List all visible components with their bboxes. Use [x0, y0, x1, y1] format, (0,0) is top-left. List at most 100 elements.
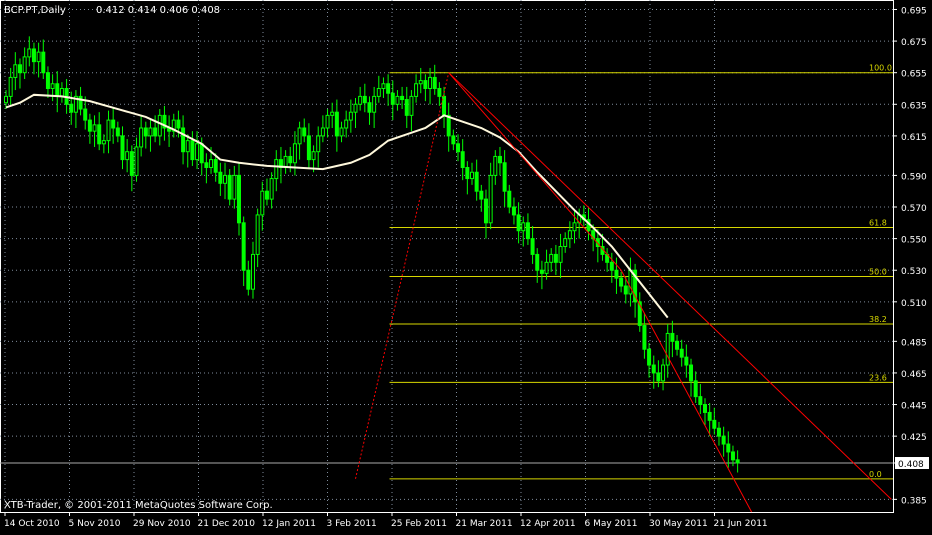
candle-body [195, 143, 200, 161]
fib-level-label: 38.2 [869, 315, 887, 324]
candle-body [530, 238, 535, 255]
candle-body [218, 171, 223, 184]
candle-body [17, 64, 22, 74]
candle-body [437, 87, 442, 97]
candle-body [353, 103, 358, 113]
candle-body [213, 159, 218, 173]
fib-level-label: 23.6 [869, 373, 887, 382]
candle-body [390, 92, 395, 105]
candle-body [97, 124, 102, 145]
y-tick-label: 0.510 [901, 299, 927, 309]
candle-body [78, 95, 83, 110]
candle-body [614, 269, 619, 279]
candle-body [246, 269, 251, 290]
candle-body [670, 332, 675, 342]
candle-body [675, 340, 680, 350]
candle-body [320, 127, 325, 137]
candle-body [395, 95, 400, 105]
candle-body [553, 253, 558, 263]
candle-body [181, 127, 186, 153]
candle-body [101, 140, 106, 145]
candle-body [460, 151, 465, 169]
candle-body [619, 277, 624, 287]
price-chart[interactable]: 100.0 61.8 50.0 38.2 23.6 0.0 0.695 0.675 0.655… [0, 0, 932, 530]
candle-body [418, 80, 423, 85]
x-tick-label: 3 Feb 2011 [327, 519, 377, 529]
candle-body [134, 146, 139, 176]
candle-body [120, 135, 125, 161]
candle-body [157, 114, 162, 137]
candle-body [106, 119, 111, 142]
candle-body [456, 143, 461, 153]
candle-body [511, 206, 516, 216]
candle-body [153, 127, 158, 137]
y-tick-label: 0.485 [901, 338, 927, 348]
candle-body [535, 253, 540, 271]
candle-body [726, 443, 731, 453]
candle-body [199, 143, 204, 164]
candle-body [4, 95, 8, 104]
y-tick-label: 0.550 [901, 236, 927, 246]
candle-body [41, 51, 46, 74]
candle-body [414, 83, 419, 97]
candle-body [115, 127, 120, 137]
candle-body [87, 119, 92, 132]
candle-body [143, 127, 148, 137]
y-tick-label: 0.530 [901, 267, 927, 277]
y-tick-label: 0.385 [901, 496, 927, 506]
candle-body [250, 253, 255, 290]
candle-body [703, 404, 707, 413]
chart-window[interactable]: 100.0 61.8 50.0 38.2 23.6 0.0 0.695 0.675 0.655… [0, 0, 932, 530]
candle-body [36, 51, 41, 63]
x-tick-label: 21 Mar 2011 [456, 519, 513, 529]
candle-body [446, 114, 451, 137]
candle-body [665, 332, 670, 366]
candle-body [69, 103, 74, 113]
candle-body [241, 222, 246, 271]
fib-level-label: 61.8 [869, 219, 887, 228]
candle-body [707, 411, 712, 421]
candle-body [623, 285, 628, 295]
candle-body [185, 140, 190, 153]
candle-body [721, 435, 726, 445]
y-tick-label: 0.465 [901, 370, 927, 380]
candle-body [563, 238, 568, 248]
candle-body [684, 356, 689, 366]
candle-body [497, 155, 502, 164]
candle-body [567, 230, 572, 240]
candle-body [689, 364, 694, 382]
candle-body [409, 95, 414, 116]
candle-body [493, 155, 498, 176]
y-tick-label: 0.635 [901, 101, 927, 111]
candle-body [474, 171, 479, 192]
candle-body [386, 83, 391, 94]
candle-body [404, 99, 409, 116]
candle-body [255, 214, 260, 255]
candle-body [432, 76, 437, 89]
candle-body [306, 135, 311, 161]
candle-body [558, 246, 563, 263]
y-tick-label: 0.445 [901, 402, 927, 412]
candle-body [488, 174, 493, 224]
y-tick-label: 0.615 [901, 133, 927, 143]
candle-body [45, 72, 50, 89]
candle-body [334, 111, 339, 137]
candle-body [451, 135, 456, 145]
candle-body [339, 127, 344, 137]
candle-body [656, 372, 661, 382]
candle-body [50, 83, 55, 89]
candle-body [661, 364, 666, 382]
candle-body [544, 261, 549, 274]
candle-body [31, 48, 36, 63]
candle-body [516, 214, 521, 232]
fib-level-label: 100.0 [869, 64, 892, 73]
candle-body [55, 83, 60, 97]
candle-body [139, 127, 144, 148]
y-tick-label: 0.425 [901, 433, 927, 443]
candle-body [260, 190, 265, 216]
candle-body [209, 159, 214, 169]
x-tick-label: 6 May 2011 [585, 519, 638, 529]
candle-body [111, 119, 116, 129]
candle-body [525, 222, 530, 240]
candle-body [302, 127, 307, 137]
